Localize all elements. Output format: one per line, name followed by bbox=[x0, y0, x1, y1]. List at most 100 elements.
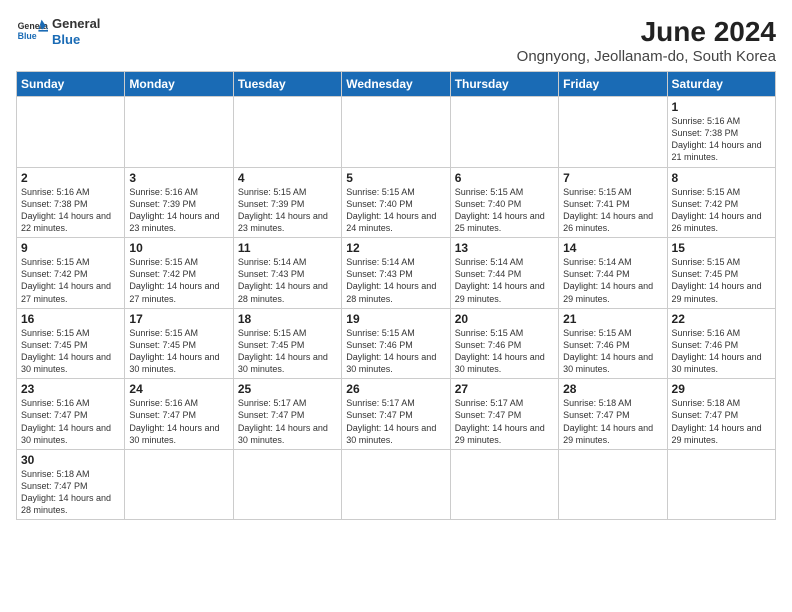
weekday-header: Friday bbox=[559, 72, 667, 97]
day-info: Sunrise: 5:15 AMSunset: 7:45 PMDaylight:… bbox=[129, 327, 228, 376]
calendar-cell bbox=[559, 449, 667, 520]
calendar-cell: 6Sunrise: 5:15 AMSunset: 7:40 PMDaylight… bbox=[450, 167, 558, 238]
day-info: Sunrise: 5:15 AMSunset: 7:45 PMDaylight:… bbox=[672, 256, 771, 305]
calendar-cell: 18Sunrise: 5:15 AMSunset: 7:45 PMDayligh… bbox=[233, 308, 341, 379]
day-info: Sunrise: 5:18 AMSunset: 7:47 PMDaylight:… bbox=[21, 468, 120, 517]
day-info: Sunrise: 5:18 AMSunset: 7:47 PMDaylight:… bbox=[563, 397, 662, 446]
day-number: 30 bbox=[21, 453, 120, 467]
calendar-cell: 27Sunrise: 5:17 AMSunset: 7:47 PMDayligh… bbox=[450, 379, 558, 450]
logo-general: General bbox=[52, 16, 100, 32]
day-number: 27 bbox=[455, 382, 554, 396]
calendar-cell: 23Sunrise: 5:16 AMSunset: 7:47 PMDayligh… bbox=[17, 379, 125, 450]
weekday-header: Sunday bbox=[17, 72, 125, 97]
logo: General Blue General Blue bbox=[16, 16, 100, 47]
weekday-header: Monday bbox=[125, 72, 233, 97]
calendar-cell bbox=[17, 97, 125, 168]
day-number: 22 bbox=[672, 312, 771, 326]
calendar-cell bbox=[125, 449, 233, 520]
week-row: 2Sunrise: 5:16 AMSunset: 7:38 PMDaylight… bbox=[17, 167, 776, 238]
calendar-cell bbox=[450, 97, 558, 168]
day-info: Sunrise: 5:14 AMSunset: 7:44 PMDaylight:… bbox=[455, 256, 554, 305]
day-number: 25 bbox=[238, 382, 337, 396]
day-info: Sunrise: 5:15 AMSunset: 7:42 PMDaylight:… bbox=[672, 186, 771, 235]
calendar-cell bbox=[233, 449, 341, 520]
calendar-cell: 3Sunrise: 5:16 AMSunset: 7:39 PMDaylight… bbox=[125, 167, 233, 238]
calendar-cell: 2Sunrise: 5:16 AMSunset: 7:38 PMDaylight… bbox=[17, 167, 125, 238]
calendar-cell: 28Sunrise: 5:18 AMSunset: 7:47 PMDayligh… bbox=[559, 379, 667, 450]
day-number: 11 bbox=[238, 241, 337, 255]
calendar-subtitle: Ongnyong, Jeollanam-do, South Korea bbox=[517, 48, 776, 65]
calendar-cell: 13Sunrise: 5:14 AMSunset: 7:44 PMDayligh… bbox=[450, 238, 558, 309]
calendar-cell bbox=[450, 449, 558, 520]
day-info: Sunrise: 5:15 AMSunset: 7:41 PMDaylight:… bbox=[563, 186, 662, 235]
day-number: 10 bbox=[129, 241, 228, 255]
day-number: 12 bbox=[346, 241, 445, 255]
calendar-cell: 22Sunrise: 5:16 AMSunset: 7:46 PMDayligh… bbox=[667, 308, 775, 379]
day-info: Sunrise: 5:15 AMSunset: 7:40 PMDaylight:… bbox=[455, 186, 554, 235]
day-number: 5 bbox=[346, 171, 445, 185]
calendar-cell: 30Sunrise: 5:18 AMSunset: 7:47 PMDayligh… bbox=[17, 449, 125, 520]
day-info: Sunrise: 5:15 AMSunset: 7:40 PMDaylight:… bbox=[346, 186, 445, 235]
day-number: 18 bbox=[238, 312, 337, 326]
calendar-table: SundayMondayTuesdayWednesdayThursdayFrid… bbox=[16, 71, 776, 520]
calendar-cell: 29Sunrise: 5:18 AMSunset: 7:47 PMDayligh… bbox=[667, 379, 775, 450]
week-row: 16Sunrise: 5:15 AMSunset: 7:45 PMDayligh… bbox=[17, 308, 776, 379]
day-info: Sunrise: 5:16 AMSunset: 7:47 PMDaylight:… bbox=[21, 397, 120, 446]
day-number: 2 bbox=[21, 171, 120, 185]
day-info: Sunrise: 5:15 AMSunset: 7:45 PMDaylight:… bbox=[238, 327, 337, 376]
day-info: Sunrise: 5:17 AMSunset: 7:47 PMDaylight:… bbox=[238, 397, 337, 446]
day-number: 24 bbox=[129, 382, 228, 396]
day-info: Sunrise: 5:15 AMSunset: 7:46 PMDaylight:… bbox=[346, 327, 445, 376]
day-info: Sunrise: 5:14 AMSunset: 7:43 PMDaylight:… bbox=[346, 256, 445, 305]
calendar-title: June 2024 bbox=[517, 16, 776, 48]
day-number: 28 bbox=[563, 382, 662, 396]
weekday-header: Tuesday bbox=[233, 72, 341, 97]
day-number: 19 bbox=[346, 312, 445, 326]
day-info: Sunrise: 5:14 AMSunset: 7:43 PMDaylight:… bbox=[238, 256, 337, 305]
day-info: Sunrise: 5:17 AMSunset: 7:47 PMDaylight:… bbox=[346, 397, 445, 446]
day-info: Sunrise: 5:15 AMSunset: 7:42 PMDaylight:… bbox=[129, 256, 228, 305]
day-info: Sunrise: 5:14 AMSunset: 7:44 PMDaylight:… bbox=[563, 256, 662, 305]
day-info: Sunrise: 5:16 AMSunset: 7:46 PMDaylight:… bbox=[672, 327, 771, 376]
day-number: 16 bbox=[21, 312, 120, 326]
calendar-header: SundayMondayTuesdayWednesdayThursdayFrid… bbox=[17, 72, 776, 97]
calendar-cell bbox=[342, 449, 450, 520]
calendar-cell: 20Sunrise: 5:15 AMSunset: 7:46 PMDayligh… bbox=[450, 308, 558, 379]
week-row: 30Sunrise: 5:18 AMSunset: 7:47 PMDayligh… bbox=[17, 449, 776, 520]
day-info: Sunrise: 5:16 AMSunset: 7:47 PMDaylight:… bbox=[129, 397, 228, 446]
calendar-cell: 21Sunrise: 5:15 AMSunset: 7:46 PMDayligh… bbox=[559, 308, 667, 379]
day-number: 7 bbox=[563, 171, 662, 185]
calendar-cell bbox=[667, 449, 775, 520]
calendar-cell bbox=[559, 97, 667, 168]
calendar-cell: 8Sunrise: 5:15 AMSunset: 7:42 PMDaylight… bbox=[667, 167, 775, 238]
day-number: 23 bbox=[21, 382, 120, 396]
calendar-cell bbox=[125, 97, 233, 168]
svg-text:Blue: Blue bbox=[18, 30, 37, 40]
day-number: 26 bbox=[346, 382, 445, 396]
day-number: 15 bbox=[672, 241, 771, 255]
week-row: 1Sunrise: 5:16 AMSunset: 7:38 PMDaylight… bbox=[17, 97, 776, 168]
day-number: 14 bbox=[563, 241, 662, 255]
day-info: Sunrise: 5:16 AMSunset: 7:39 PMDaylight:… bbox=[129, 186, 228, 235]
title-block: June 2024 Ongnyong, Jeollanam-do, South … bbox=[517, 16, 776, 65]
page-header: General Blue General Blue June 2024 Ongn… bbox=[16, 16, 776, 65]
day-info: Sunrise: 5:15 AMSunset: 7:46 PMDaylight:… bbox=[563, 327, 662, 376]
calendar-cell: 25Sunrise: 5:17 AMSunset: 7:47 PMDayligh… bbox=[233, 379, 341, 450]
day-number: 6 bbox=[455, 171, 554, 185]
day-number: 29 bbox=[672, 382, 771, 396]
weekday-header: Wednesday bbox=[342, 72, 450, 97]
calendar-body: 1Sunrise: 5:16 AMSunset: 7:38 PMDaylight… bbox=[17, 97, 776, 520]
day-info: Sunrise: 5:15 AMSunset: 7:45 PMDaylight:… bbox=[21, 327, 120, 376]
week-row: 23Sunrise: 5:16 AMSunset: 7:47 PMDayligh… bbox=[17, 379, 776, 450]
weekday-row: SundayMondayTuesdayWednesdayThursdayFrid… bbox=[17, 72, 776, 97]
day-number: 17 bbox=[129, 312, 228, 326]
calendar-cell: 9Sunrise: 5:15 AMSunset: 7:42 PMDaylight… bbox=[17, 238, 125, 309]
calendar-cell bbox=[342, 97, 450, 168]
day-number: 9 bbox=[21, 241, 120, 255]
day-number: 3 bbox=[129, 171, 228, 185]
weekday-header: Thursday bbox=[450, 72, 558, 97]
calendar-cell: 14Sunrise: 5:14 AMSunset: 7:44 PMDayligh… bbox=[559, 238, 667, 309]
calendar-cell: 11Sunrise: 5:14 AMSunset: 7:43 PMDayligh… bbox=[233, 238, 341, 309]
calendar-cell: 19Sunrise: 5:15 AMSunset: 7:46 PMDayligh… bbox=[342, 308, 450, 379]
calendar-cell: 24Sunrise: 5:16 AMSunset: 7:47 PMDayligh… bbox=[125, 379, 233, 450]
